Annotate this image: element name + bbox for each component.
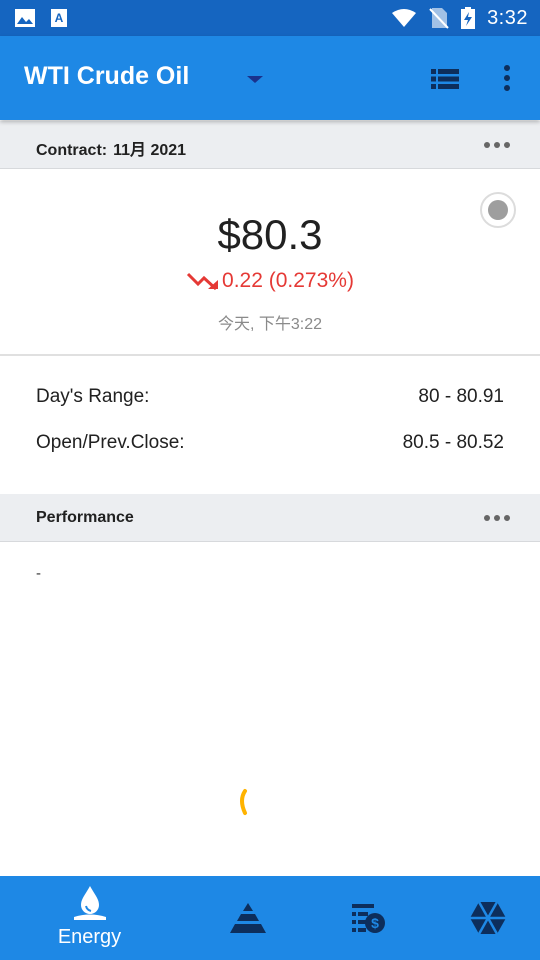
indicator-dot-icon: [488, 200, 508, 220]
page-title[interactable]: WTI Crude Oil: [24, 62, 189, 91]
nav-item-hexagon[interactable]: [405, 876, 540, 960]
dropdown-icon[interactable]: [244, 72, 266, 86]
contract-label-wrap: Contract: 11月 2021: [36, 136, 186, 160]
days-range-label: Day's Range:: [36, 386, 150, 407]
status-time: 3:32: [487, 6, 528, 29]
wifi-icon: [392, 9, 417, 27]
app-bar: WTI Crude Oil: [0, 36, 540, 120]
contract-more-icon[interactable]: [482, 137, 512, 153]
nav-item-pyramid[interactable]: [181, 876, 316, 960]
open-prev-close-row: Open/Prev.Close: 80.5 - 80.52: [36, 432, 504, 460]
performance-body: -: [36, 565, 41, 582]
more-vert-icon[interactable]: [494, 60, 520, 96]
price-change: 0.22 (0.273%): [0, 269, 540, 293]
nav-item-energy[interactable]: Energy: [22, 876, 157, 960]
status-bar: A 3:32: [0, 0, 540, 36]
svg-text:$: $: [371, 915, 379, 931]
quote-timestamp: 今天, 下午3:22: [217, 316, 323, 333]
price-change-text: 0.22 (0.273%): [222, 269, 354, 292]
list-view-icon[interactable]: [428, 64, 462, 94]
open-prev-close-value: 80.5 - 80.52: [402, 432, 504, 453]
image-icon: [15, 9, 35, 27]
bottom-nav: Energy $: [0, 876, 540, 960]
hexagon-icon: [470, 901, 506, 935]
status-left-icons: A: [14, 6, 68, 30]
performance-header: Performance: [0, 494, 540, 542]
open-prev-close-label: Open/Prev.Close:: [36, 432, 185, 453]
text-a-icon: A: [51, 9, 67, 27]
trending-down-icon: [186, 273, 219, 291]
svg-text:A: A: [55, 11, 64, 25]
water-drop-icon: [74, 886, 106, 920]
price-value: $80.3: [217, 211, 323, 258]
loading-spinner-icon: [240, 789, 247, 815]
days-range-value: 80 - 80.91: [418, 386, 504, 407]
performance-more-icon[interactable]: [482, 510, 512, 526]
nav-label-energy: Energy: [57, 926, 122, 948]
money-list-icon: $: [352, 904, 385, 933]
contract-label: Contract:: [36, 142, 108, 159]
range-panel: Day's Range: 80 - 80.91 Open/Prev.Close:…: [0, 356, 540, 493]
days-range-row: Day's Range: 80 - 80.91: [36, 386, 504, 414]
battery-charging-icon: [461, 7, 476, 29]
performance-label: Performance: [36, 509, 134, 526]
pyramid-icon: [230, 903, 266, 933]
quote-panel: $80.3 0.22 (0.273%) 今天, 下午3:22: [0, 169, 540, 356]
contract-value[interactable]: 11月 2021: [113, 142, 186, 159]
status-right-icons: 3:32: [391, 6, 528, 30]
refresh-indicator[interactable]: [480, 192, 516, 228]
no-sim-icon: [429, 8, 449, 29]
contract-header: Contract: 11月 2021: [0, 121, 540, 169]
